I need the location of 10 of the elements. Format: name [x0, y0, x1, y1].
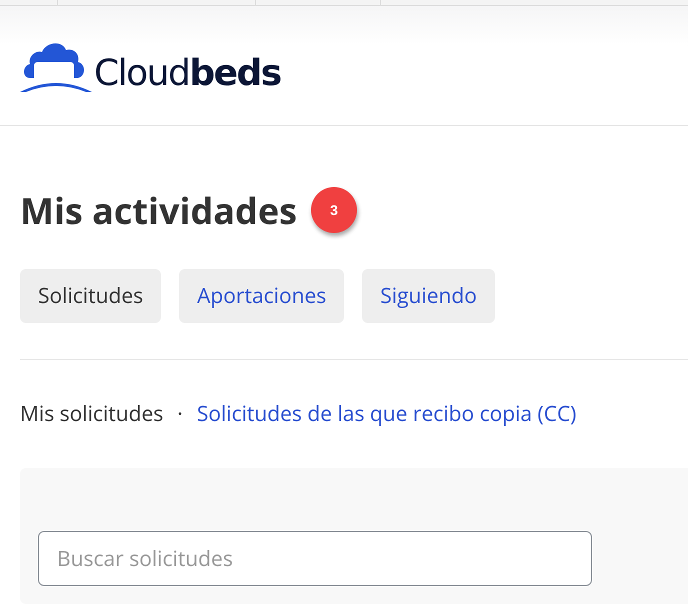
search-field[interactable]: Buscar solicitudes [38, 531, 592, 586]
brand-name: Cloudbeds [94, 56, 281, 92]
tab[interactable]: Siguiendo [362, 269, 495, 323]
page-title: Mis actividades [20, 186, 297, 234]
separator-dot: · [177, 400, 183, 428]
filter-link[interactable]: Solicitudes de las que recibo copia (CC) [196, 400, 576, 428]
count-badge: 3 [310, 187, 357, 233]
tab[interactable]: Aportaciones [179, 269, 344, 323]
filter-link[interactable]: Mis solicitudes [20, 400, 164, 428]
tab[interactable]: Solicitudes [20, 269, 162, 323]
